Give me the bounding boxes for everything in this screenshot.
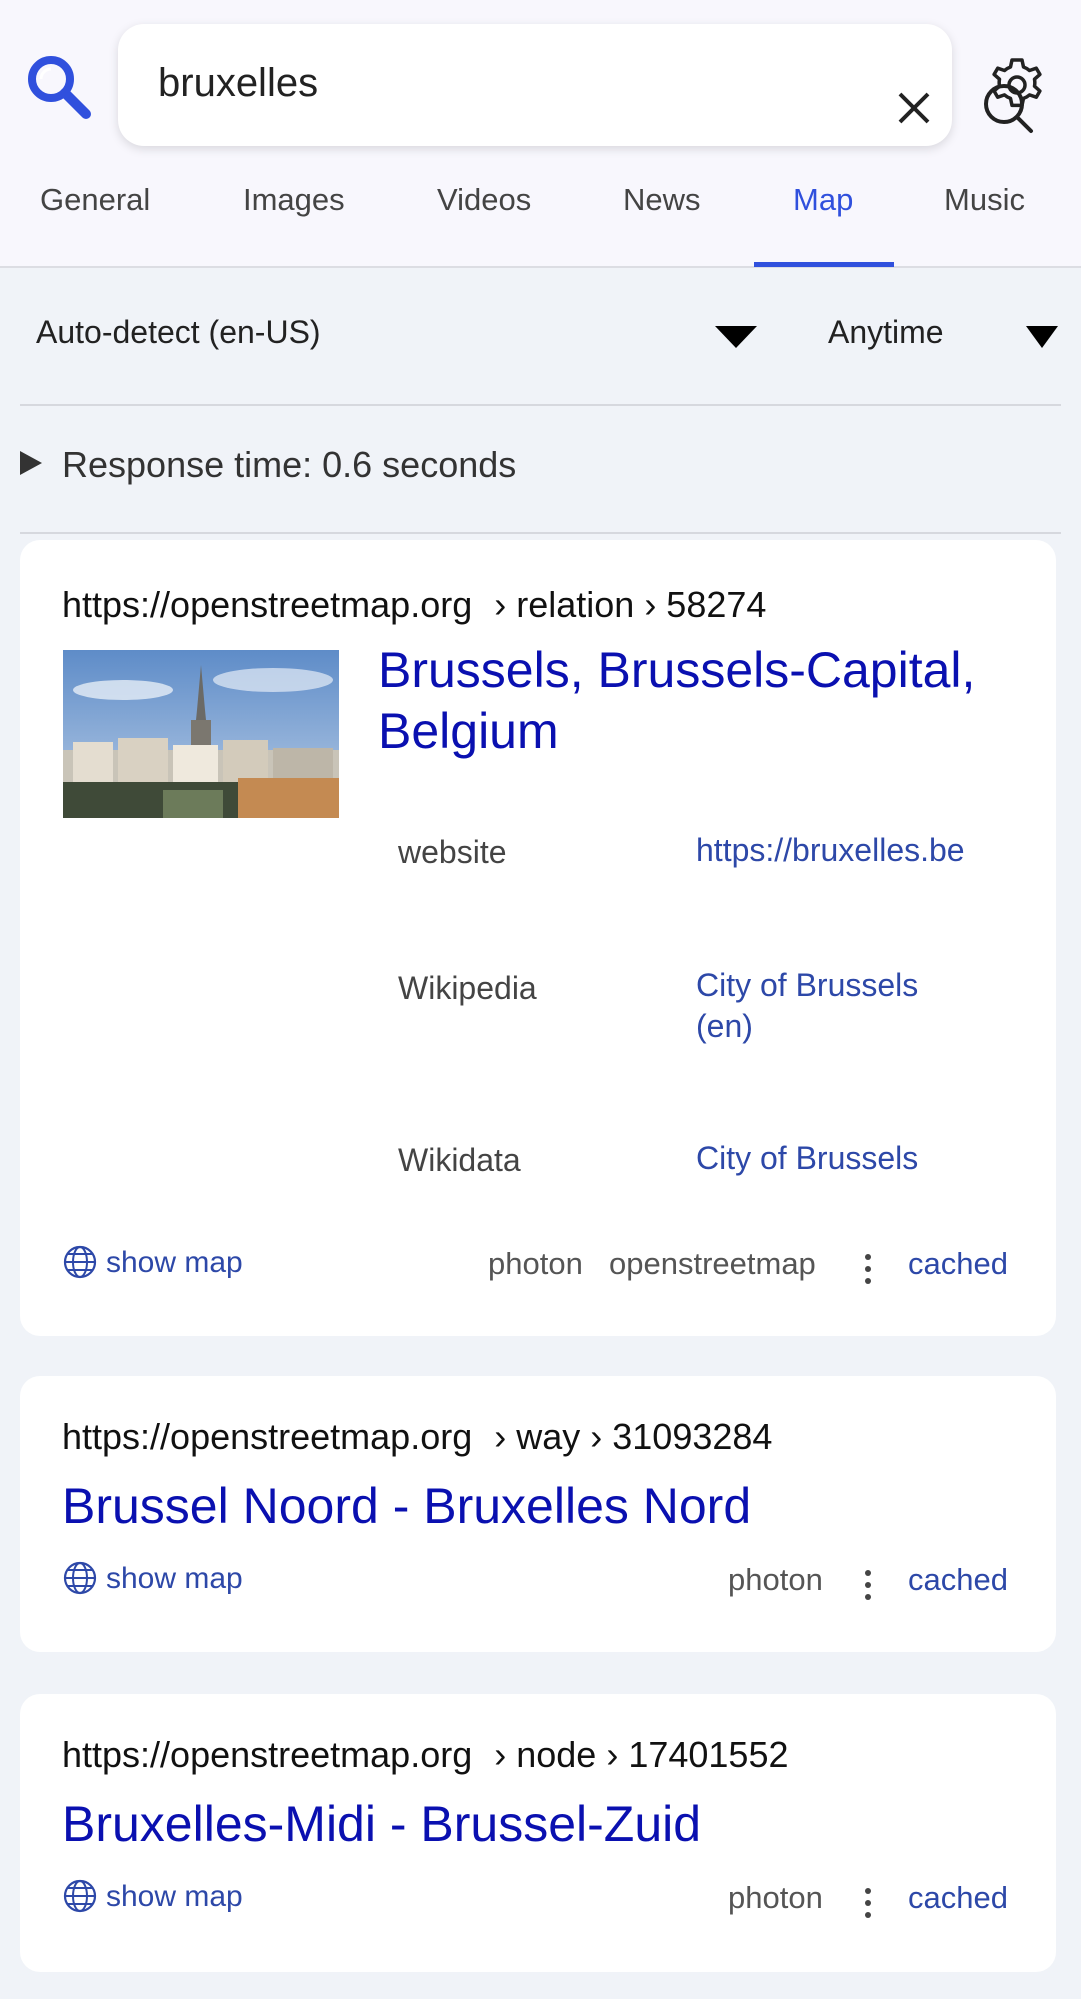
more-options-icon[interactable] [858, 1566, 878, 1606]
result-title-link[interactable]: Brussels, Brussels-Capital, Belgium [378, 640, 975, 762]
tab-music[interactable]: Music [944, 182, 1025, 218]
language-chevron-down-icon[interactable] [715, 326, 757, 348]
divider [20, 404, 1061, 406]
gear-icon[interactable] [988, 56, 1046, 114]
show-map-label: show map [106, 1562, 243, 1595]
result-url-base: https://openstreetmap.org [62, 584, 473, 625]
engine-label: photon [488, 1246, 583, 1281]
result-url: https://openstreetmap.org › node › 174015… [62, 1734, 789, 1776]
wikipedia-link-line: City of Brussels [696, 967, 919, 1003]
search-logo-icon[interactable] [24, 52, 94, 122]
divider [20, 532, 1061, 534]
field-key-wikidata: Wikidata [398, 1142, 521, 1178]
show-map-label: show map [106, 1880, 243, 1913]
result-url-path: › way › 31093284 [494, 1416, 773, 1457]
response-time-text: Response time: 0.6 seconds [62, 444, 517, 485]
active-tab-indicator [754, 262, 894, 267]
show-map-link[interactable]: show map [62, 1244, 243, 1280]
more-options-icon[interactable] [858, 1884, 878, 1924]
more-options-icon[interactable] [858, 1250, 878, 1290]
header: General Images Videos News Map Music [0, 0, 1081, 268]
show-map-link[interactable]: show map [62, 1878, 243, 1914]
website-link[interactable]: https://bruxelles.be [696, 830, 996, 871]
tab-images[interactable]: Images [243, 182, 345, 218]
tab-news[interactable]: News [623, 182, 701, 218]
result-url-base: https://openstreetmap.org [62, 1734, 473, 1775]
result-card: https://openstreetmap.org › way › 3109328… [20, 1376, 1056, 1652]
field-key-wikipedia: Wikipedia [398, 970, 537, 1006]
result-card: https://openstreetmap.org › node › 174015… [20, 1694, 1056, 1972]
search-box [118, 24, 1033, 146]
show-map-label: show map [106, 1246, 243, 1279]
result-url-path: › relation › 58274 [494, 584, 767, 625]
search-input[interactable] [158, 58, 718, 108]
result-title-link[interactable]: Bruxelles-Midi - Brussel-Zuid [62, 1794, 701, 1855]
result-title-link[interactable]: Brussel Noord - Bruxelles Nord [62, 1476, 751, 1537]
clear-icon[interactable] [888, 82, 940, 134]
tab-videos[interactable]: Videos [437, 182, 531, 218]
time-chevron-down-icon[interactable] [1026, 326, 1058, 348]
response-time-toggle[interactable]: Response time: 0.6 seconds [20, 444, 516, 486]
result-card: https://openstreetmap.org › relation › 58… [20, 540, 1056, 1336]
field-key-website: website [398, 834, 507, 870]
wikidata-link[interactable]: City of Brussels [696, 1138, 996, 1179]
expand-triangle-icon [20, 451, 42, 475]
result-title-line: Belgium [378, 703, 559, 759]
time-select[interactable]: Anytime [828, 314, 944, 351]
result-thumbnail[interactable] [63, 650, 339, 818]
tab-map[interactable]: Map [793, 182, 853, 218]
engine-label: photon [728, 1562, 823, 1597]
cached-link[interactable]: cached [908, 1562, 1008, 1598]
wikipedia-link-line: (en) [696, 1008, 753, 1044]
tab-general[interactable]: General [40, 182, 150, 218]
cached-link[interactable]: cached [908, 1246, 1008, 1282]
result-url-base: https://openstreetmap.org [62, 1416, 473, 1457]
globe-icon [63, 1245, 97, 1279]
engine-label: photon [728, 1880, 823, 1915]
globe-icon [63, 1561, 97, 1595]
result-url: https://openstreetmap.org › relation › 58… [62, 584, 766, 626]
wikipedia-link[interactable]: City of Brussels (en) [696, 965, 996, 1047]
globe-icon [63, 1879, 97, 1913]
show-map-link[interactable]: show map [62, 1560, 243, 1596]
result-url-path: › node › 17401552 [494, 1734, 789, 1775]
category-tabs: General Images Videos News Map Music [0, 170, 1081, 267]
cached-link[interactable]: cached [908, 1880, 1008, 1916]
language-select[interactable]: Auto-detect (en-US) [36, 314, 321, 351]
engine-label: openstreetmap [609, 1246, 816, 1281]
result-url: https://openstreetmap.org › way › 3109328… [62, 1416, 772, 1458]
result-title-line: Brussels, Brussels-Capital, [378, 642, 976, 698]
